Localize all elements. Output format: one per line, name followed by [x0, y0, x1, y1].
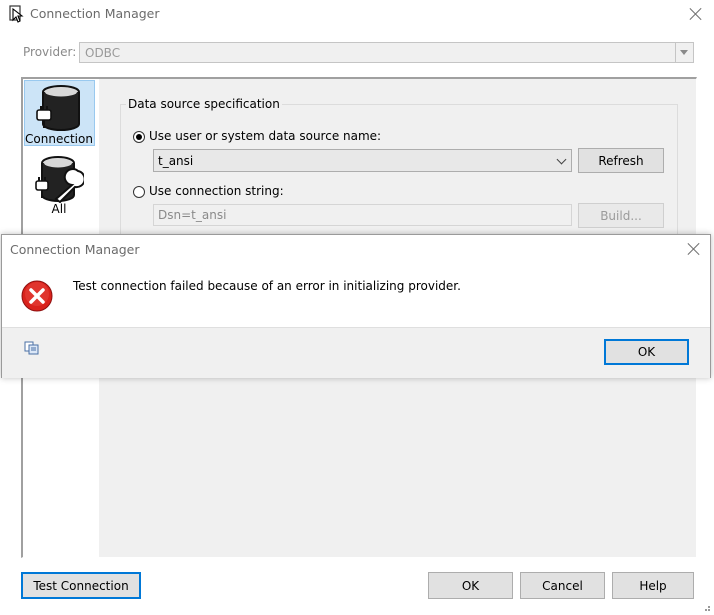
copy-icon[interactable]: [24, 341, 40, 355]
close-icon[interactable]: [689, 7, 703, 21]
help-button[interactable]: Help: [612, 572, 694, 599]
database-wrench-icon: [34, 155, 86, 204]
close-icon[interactable]: [687, 242, 701, 256]
error-message: Test connection failed because of an err…: [73, 279, 461, 293]
database-plug-icon: [35, 84, 83, 132]
provider-value: ODBC: [85, 46, 121, 60]
app-icon: [9, 5, 25, 23]
window-title: Connection Manager: [30, 6, 160, 21]
nav-item-all-label: All: [51, 202, 67, 216]
chevron-down-icon[interactable]: [556, 154, 567, 165]
dsn-radio[interactable]: [133, 131, 145, 143]
resize-grip-icon[interactable]: [701, 601, 711, 611]
dsn-radio-label[interactable]: Use user or system data source name:: [149, 129, 381, 143]
nav-item-connection-label: Connection: [25, 132, 93, 146]
connstr-radio[interactable]: [133, 186, 145, 198]
dsn-combo[interactable]: t_ansi: [153, 149, 572, 172]
dsn-value: t_ansi: [158, 154, 194, 168]
datasource-group-title: Data source specification: [126, 97, 282, 111]
ok-button[interactable]: OK: [428, 572, 513, 599]
error-ok-button[interactable]: OK: [604, 339, 689, 365]
error-dialog-title: Connection Manager: [10, 242, 140, 257]
connstr-radio-label[interactable]: Use connection string:: [149, 184, 284, 198]
refresh-button[interactable]: Refresh: [578, 148, 664, 173]
cancel-button[interactable]: Cancel: [520, 572, 605, 599]
provider-label: Provider:: [23, 45, 77, 59]
connstr-field[interactable]: Dsn=t_ansi: [153, 204, 572, 226]
error-icon: [21, 280, 53, 312]
connstr-value: Dsn=t_ansi: [158, 208, 227, 222]
build-button[interactable]: Build...: [578, 203, 664, 228]
chevron-down-icon[interactable]: [675, 43, 693, 62]
provider-select[interactable]: ODBC: [79, 42, 694, 63]
test-connection-button[interactable]: Test Connection: [21, 572, 141, 599]
